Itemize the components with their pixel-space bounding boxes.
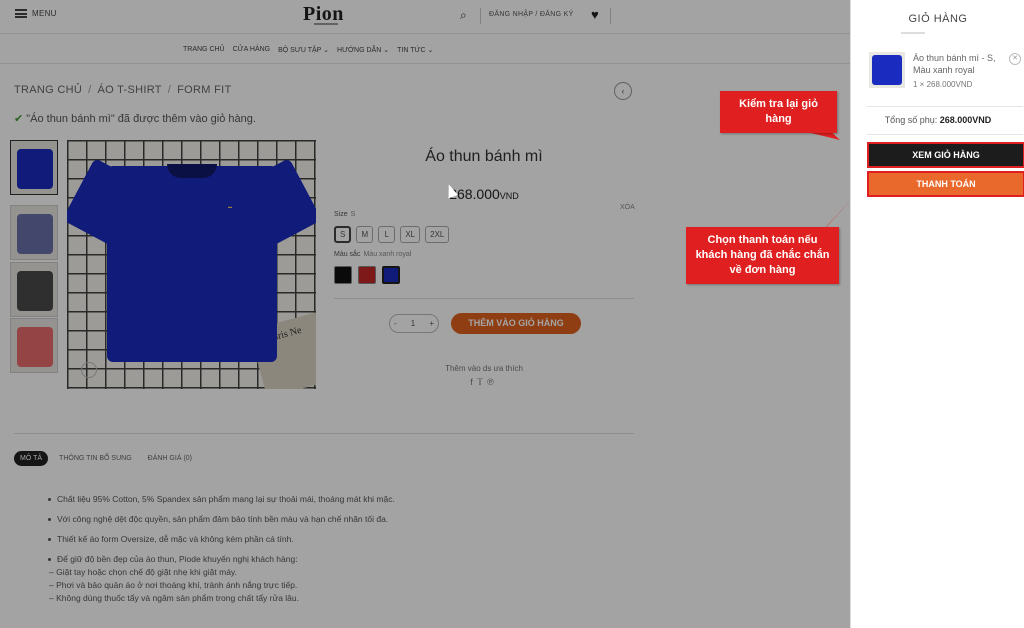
cart-title: GIỎ HÀNG — [908, 13, 968, 25]
cart-subtotal: Tổng số phụ: 268.000VND — [884, 115, 992, 125]
cart-title-underline — [901, 32, 925, 34]
divider — [867, 134, 1023, 135]
cart-item-name[interactable]: Áo thun bánh mì - S, Màu xanh royal — [913, 52, 1005, 76]
cart-drawer: GIỎ HÀNG Áo thun bánh mì - S, Màu xanh r… — [850, 0, 1024, 628]
remove-item-icon[interactable]: ✕ — [1009, 53, 1021, 65]
divider — [867, 106, 1023, 107]
cart-item-price: 1 × 268.000VND — [913, 80, 973, 89]
callout-choose-pay: Chọn thanh toán nếu khách hàng đã chắc c… — [686, 227, 839, 284]
cart-item-image[interactable] — [869, 52, 905, 88]
view-cart-button[interactable]: XEM GIỎ HÀNG — [867, 142, 1024, 168]
checkout-button[interactable]: THANH TOÁN — [867, 171, 1024, 197]
callout-check-cart: Kiểm tra lại giỏ hàng — [720, 91, 837, 133]
